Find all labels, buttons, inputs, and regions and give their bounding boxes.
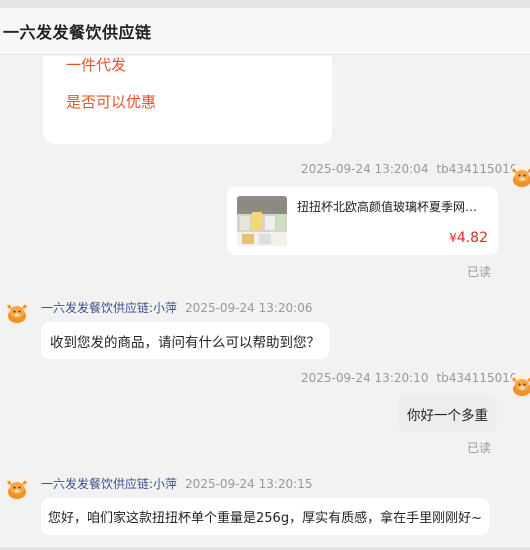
message-bubble: 您好，咱们家这款扭扭杯单个重量是256g，厚实有质感，拿在手里刚刚好~ [41,498,489,535]
read-status: 已读 [467,441,492,455]
chat-title: 一六发发餐饮供应链 [3,23,152,42]
product-price: ¥4.82 [449,230,488,246]
option-discount[interactable]: 是否可以优惠 [66,91,156,112]
read-status: 已读 [467,265,492,279]
message-list[interactable]: 一件代发 是否可以优惠 2025-09-24 13:20:04 tb4341150… [0,56,530,550]
sender-name[interactable]: 一六发发餐饮供应链:小萍 [41,301,177,315]
option-dropship[interactable]: 一件代发 [66,56,126,75]
message-time: 2025-09-24 13:20:04 [301,162,429,176]
product-thumbnail [237,196,287,246]
message-meta: 2025-09-24 13:20:04 tb4341150109 [301,162,525,176]
message-text: 您好，咱们家这款扭扭杯单个重量是256g，厚实有质感，拿在手里刚刚好~ [48,511,482,526]
message-text: 你好一个多重 [407,407,488,424]
message-meta: 2025-09-24 13:20:10 tb4341150109 [301,371,525,385]
message-time: 2025-09-24 13:20:10 [301,371,429,385]
quick-options-bubble: 一件代发 是否可以优惠 [43,56,332,144]
window-top-strip [0,0,530,8]
message-meta: 一六发发餐饮供应链:小萍 2025-09-24 13:20:15 [41,475,313,492]
message-bubble: 收到您发的商品，请问有什么可以帮助到您？ [41,322,329,359]
chat-header: 一六发发餐饮供应链 [0,8,530,55]
avatar-icon[interactable] [509,372,530,398]
avatar-icon[interactable] [4,475,30,501]
avatar-icon[interactable] [509,163,530,189]
message-time: 2025-09-24 13:20:15 [185,477,313,491]
message-time: 2025-09-24 13:20:06 [185,301,313,315]
message-bubble: 你好一个多重 [398,395,497,432]
message-text: 收到您发的商品，请问有什么可以帮助到您？ [50,334,320,351]
sender-name[interactable]: 一六发发餐饮供应链:小萍 [41,477,177,491]
avatar-icon[interactable] [4,299,30,325]
product-title[interactable]: 扭扭杯北欧高颜值玻璃杯夏季网红... [297,198,487,215]
product-card[interactable]: 扭扭杯北欧高颜值玻璃杯夏季网红... ¥4.82 [227,187,498,255]
message-meta: 一六发发餐饮供应链:小萍 2025-09-24 13:20:06 [41,299,313,316]
